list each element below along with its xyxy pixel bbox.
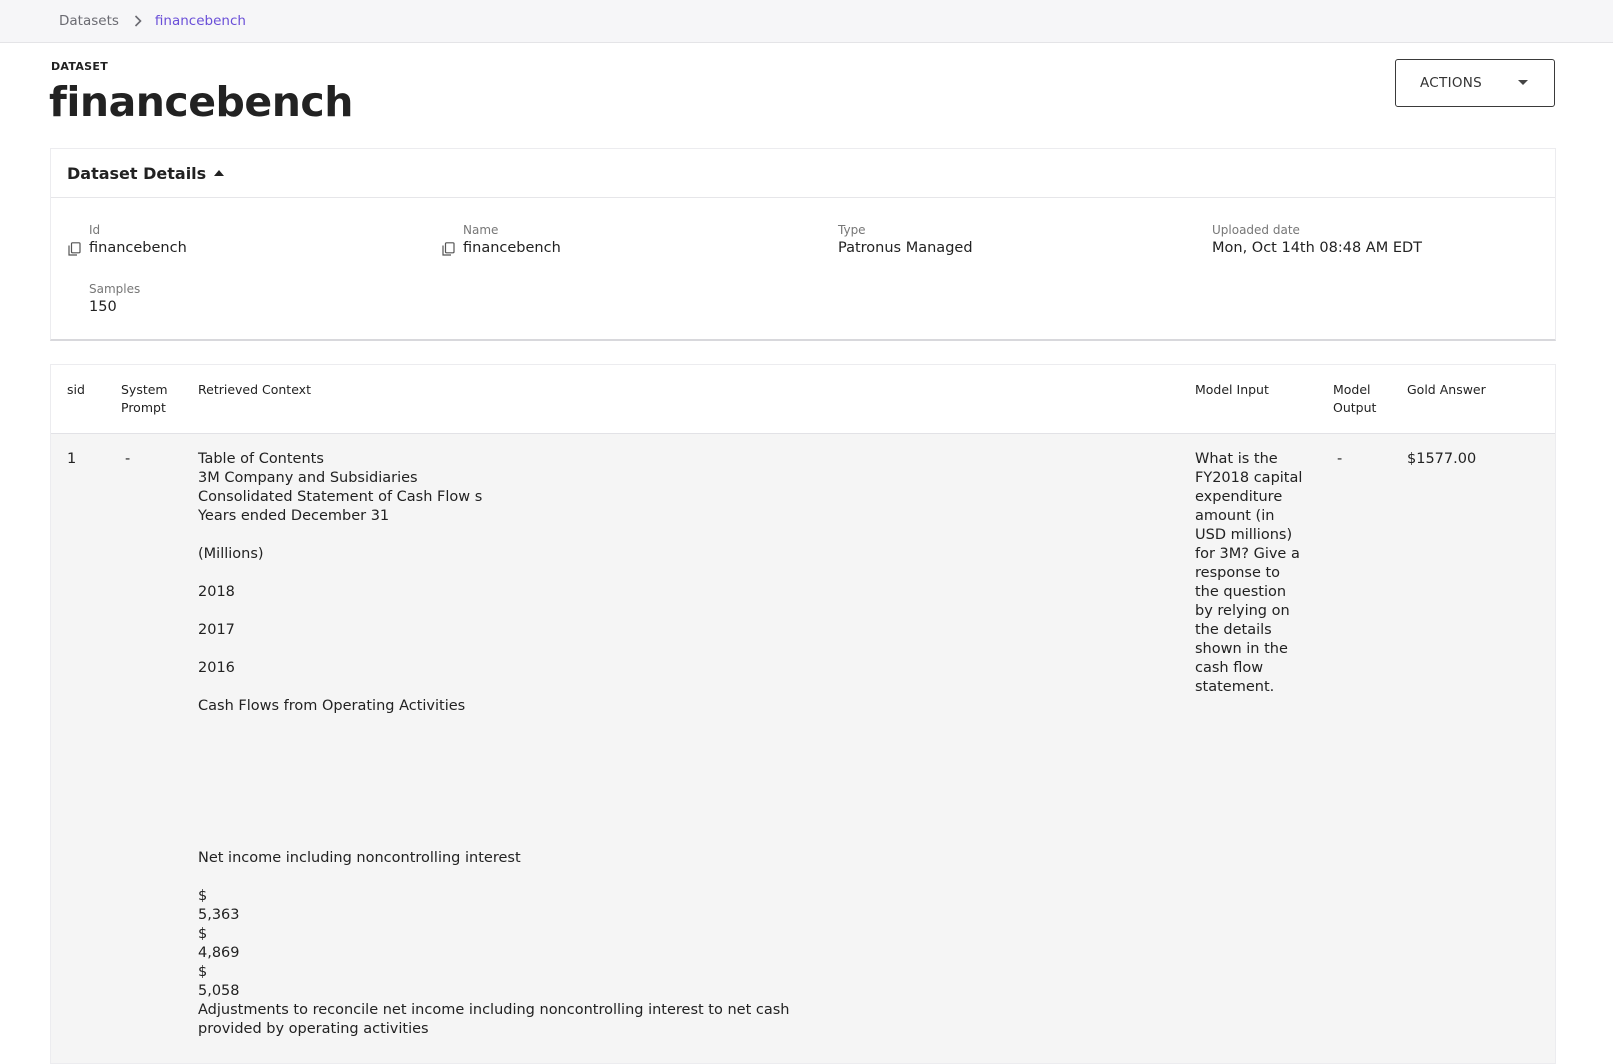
detail-id-label: Id [89,223,101,237]
detail-type-value: Patronus Managed [838,240,973,256]
column-header-gold-answer[interactable]: Gold Answer [1407,381,1486,399]
cell-retrieved-context: Table of Contents 3M Company and Subsidi… [198,451,790,1037]
detail-id-value: financebench [89,240,187,256]
column-header-retrieved-context[interactable]: Retrieved Context [198,381,311,399]
detail-name-label: Name [463,223,499,237]
actions-button[interactable]: ACTIONS [1395,59,1555,107]
detail-type: Type Patronus Managed [838,223,973,256]
dataset-details-title: Dataset Details [67,163,207,183]
column-header-system-prompt[interactable]: System Prompt [121,381,168,417]
column-header-model-input[interactable]: Model Input [1195,381,1269,399]
cell-sid: 1 [67,451,77,467]
page-title: financebench [49,78,353,126]
breadcrumb: Datasets financebench [0,0,1613,43]
chevron-right-icon [134,15,142,27]
table-header: sid System Prompt Retrieved Context Mode… [51,365,1555,434]
cell-model-input: What is the FY2018 capital expenditure a… [1195,451,1303,695]
detail-samples-label: Samples [89,282,141,296]
caret-down-icon [1518,80,1528,85]
detail-type-label: Type [838,223,866,237]
copy-icon[interactable] [442,241,455,256]
detail-samples: Samples 150 [89,282,140,315]
cell-model-output: - [1337,451,1343,467]
dataset-details-card: Dataset Details Id financebench Name fin… [50,148,1556,341]
breadcrumb-current[interactable]: financebench [155,13,246,29]
detail-name: Name financebench [463,223,561,256]
detail-id: Id financebench [89,223,187,256]
cell-system-prompt: - [125,451,131,467]
cell-gold-answer: $1577.00 [1407,451,1477,467]
column-header-sid[interactable]: sid [67,381,85,399]
caret-up-icon [214,170,225,176]
samples-table: sid System Prompt Retrieved Context Mode… [50,364,1556,1064]
column-header-model-output[interactable]: Model Output [1333,381,1376,417]
copy-icon[interactable] [68,241,81,256]
dataset-details-toggle[interactable]: Dataset Details [51,149,1555,198]
detail-uploaded-date: Uploaded date Mon, Oct 14th 08:48 AM EDT [1212,223,1422,256]
detail-name-value: financebench [463,240,561,256]
breadcrumb-datasets-link[interactable]: Datasets [59,13,119,29]
detail-uploaded-value: Mon, Oct 14th 08:48 AM EDT [1212,240,1423,256]
detail-uploaded-label: Uploaded date [1212,223,1300,237]
table-row[interactable]: 1 - Table of Contents 3M Company and Sub… [51,434,1555,1063]
detail-samples-value: 150 [89,299,117,315]
page-eyebrow: DATASET [51,60,108,73]
actions-button-label: ACTIONS [1420,75,1483,91]
